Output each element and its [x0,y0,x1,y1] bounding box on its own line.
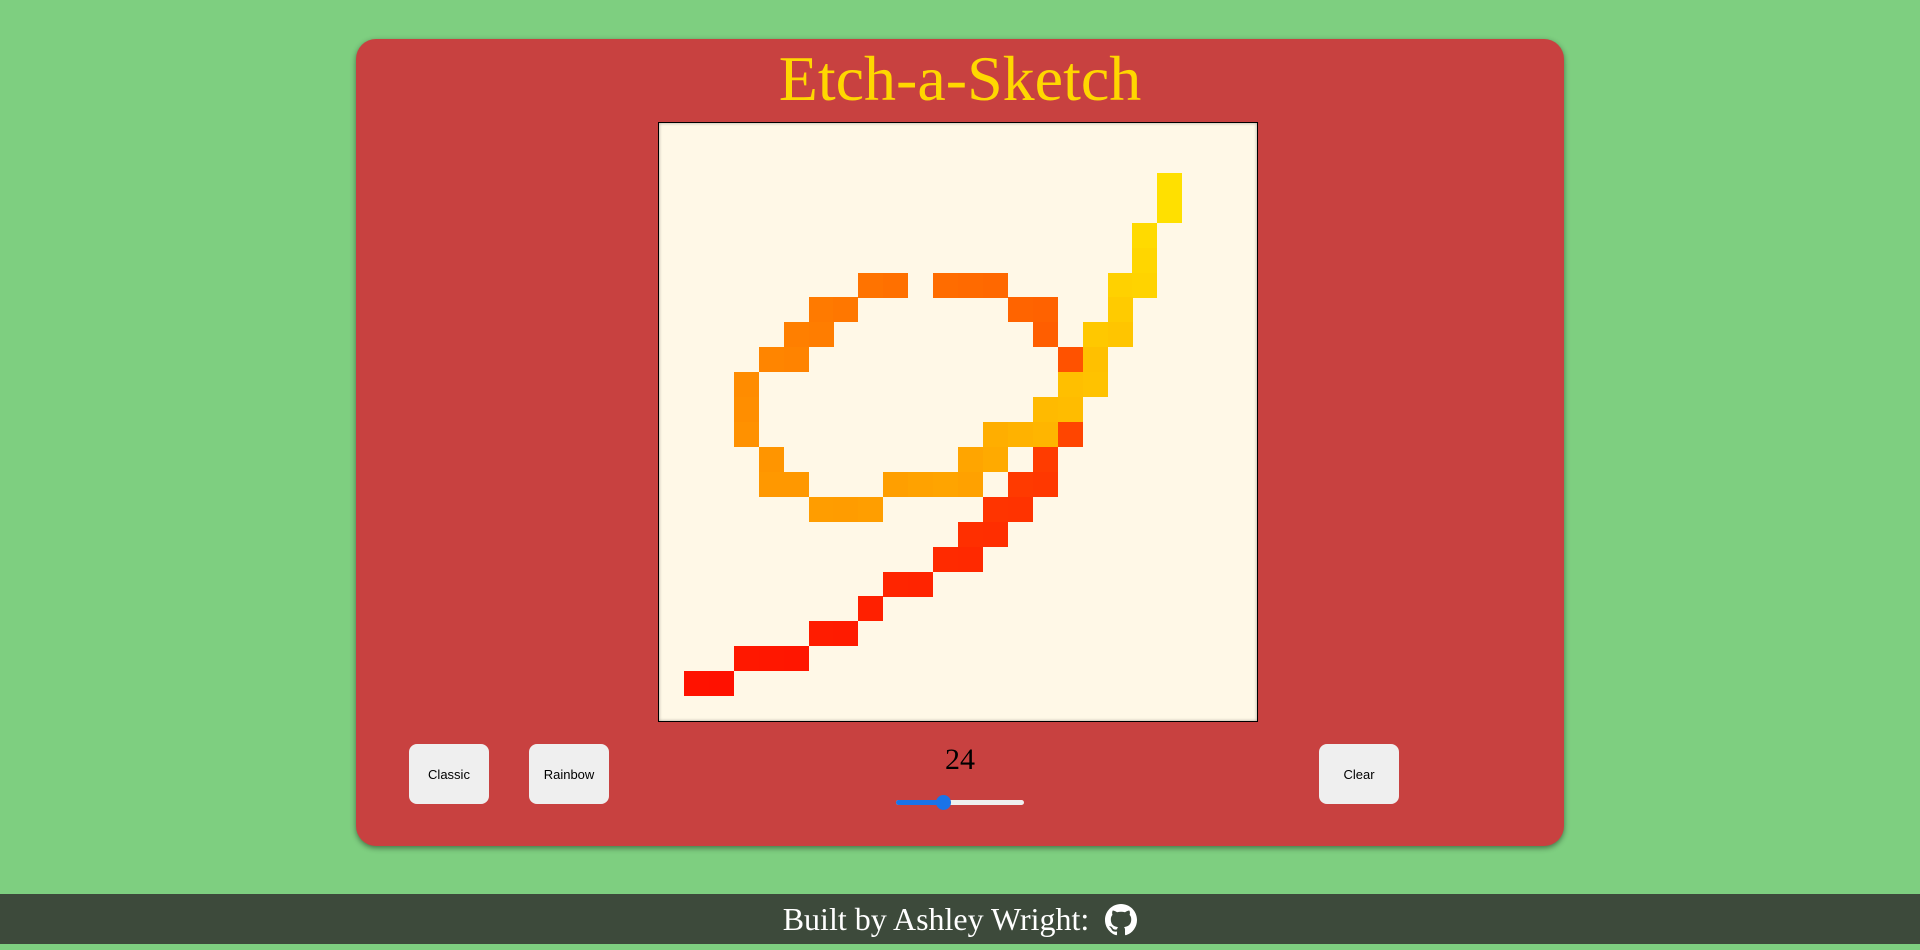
grid-cell[interactable] [858,596,884,622]
grid-cell[interactable] [1032,297,1058,323]
grid-cell[interactable] [1132,222,1158,248]
grid-cell[interactable] [883,272,909,298]
grid-cell[interactable] [982,272,1008,298]
grid-size-slider[interactable] [896,795,1024,811]
grid-cell[interactable] [1032,471,1058,497]
grid-cell[interactable] [1082,347,1108,373]
grid-cell[interactable] [733,422,759,447]
grid-cell[interactable] [808,621,834,647]
grid-cell[interactable] [1032,322,1058,348]
grid-cell[interactable] [758,446,784,472]
grid-cell[interactable] [933,471,959,497]
grid-cell[interactable] [733,372,759,398]
grid-cell[interactable] [958,471,983,497]
grid-cell[interactable] [1107,272,1133,298]
grid-cell[interactable] [758,646,784,672]
grid-cell[interactable] [1132,272,1158,298]
grid-cell[interactable] [758,347,784,373]
grid-cell[interactable] [1082,372,1108,398]
grid-cell[interactable] [1082,322,1108,348]
grid-cell[interactable] [1157,197,1183,223]
github-icon[interactable] [1105,900,1138,936]
grid-cell[interactable] [833,297,859,323]
grid-cell[interactable] [683,671,709,697]
page-title: Etch-a-Sketch [778,43,1142,114]
grid-cell[interactable] [1057,397,1083,423]
grid-cell[interactable] [783,347,809,373]
etch-a-sketch-frame: Etch-a-Sketch Classic Rainbow 24 Clear [356,39,1564,846]
grid-cell[interactable] [908,471,934,497]
grid-cell[interactable] [783,646,809,672]
grid-cell[interactable] [1032,422,1058,447]
footer-credit-text: Built by Ashley Wright: [782,901,1090,937]
grid-cell[interactable] [858,496,884,522]
grid-cell[interactable] [833,621,859,647]
grid-cell[interactable] [982,496,1008,522]
grid-cell[interactable] [733,397,759,423]
grid-cell[interactable] [808,496,834,522]
grid-cell[interactable] [1032,446,1058,472]
grid-cell[interactable] [958,446,983,472]
grid-cell[interactable] [783,322,809,348]
drawing-grid[interactable] [658,122,1258,722]
grid-cell[interactable] [933,272,959,298]
grid-size-value: 24 [945,743,975,776]
grid-cell[interactable] [982,521,1008,547]
grid-cell[interactable] [1007,471,1033,497]
grid-cell[interactable] [883,571,909,597]
grid-cell[interactable] [1057,422,1083,447]
grid-cell[interactable] [1057,347,1083,373]
grid-cell[interactable] [1132,247,1158,273]
grid-cell[interactable] [958,521,983,547]
grid-cell[interactable] [1032,397,1058,423]
grid-cell[interactable] [808,322,834,348]
grid-cell[interactable] [1107,322,1133,348]
grid-cell[interactable] [908,571,934,597]
clear-button[interactable]: Clear [1319,744,1399,804]
classic-button[interactable]: Classic [409,744,489,804]
grid-cell[interactable] [1107,297,1133,323]
slider-thumb[interactable] [936,795,952,810]
grid-cell[interactable] [958,272,983,298]
grid-cell[interactable] [783,471,809,497]
grid-cell[interactable] [808,297,834,323]
grid-cell[interactable] [982,446,1008,472]
grid-cell[interactable] [1007,496,1033,522]
grid-cell[interactable] [708,671,734,697]
grid-cell[interactable] [1057,372,1083,398]
grid-cell[interactable] [958,546,983,572]
grid-cell[interactable] [833,496,859,522]
grid-cell[interactable] [758,471,784,497]
grid-cell[interactable] [1007,422,1033,447]
grid-cell[interactable] [982,422,1008,447]
grid-cell[interactable] [1157,172,1183,198]
grid-cell[interactable] [733,646,759,672]
grid-cell[interactable] [933,546,959,572]
grid-cell[interactable] [858,272,884,298]
rainbow-button[interactable]: Rainbow [529,744,609,804]
footer: Built by Ashley Wright: [0,894,1920,944]
grid-cell[interactable] [883,471,909,497]
grid-cell[interactable] [1007,297,1033,323]
